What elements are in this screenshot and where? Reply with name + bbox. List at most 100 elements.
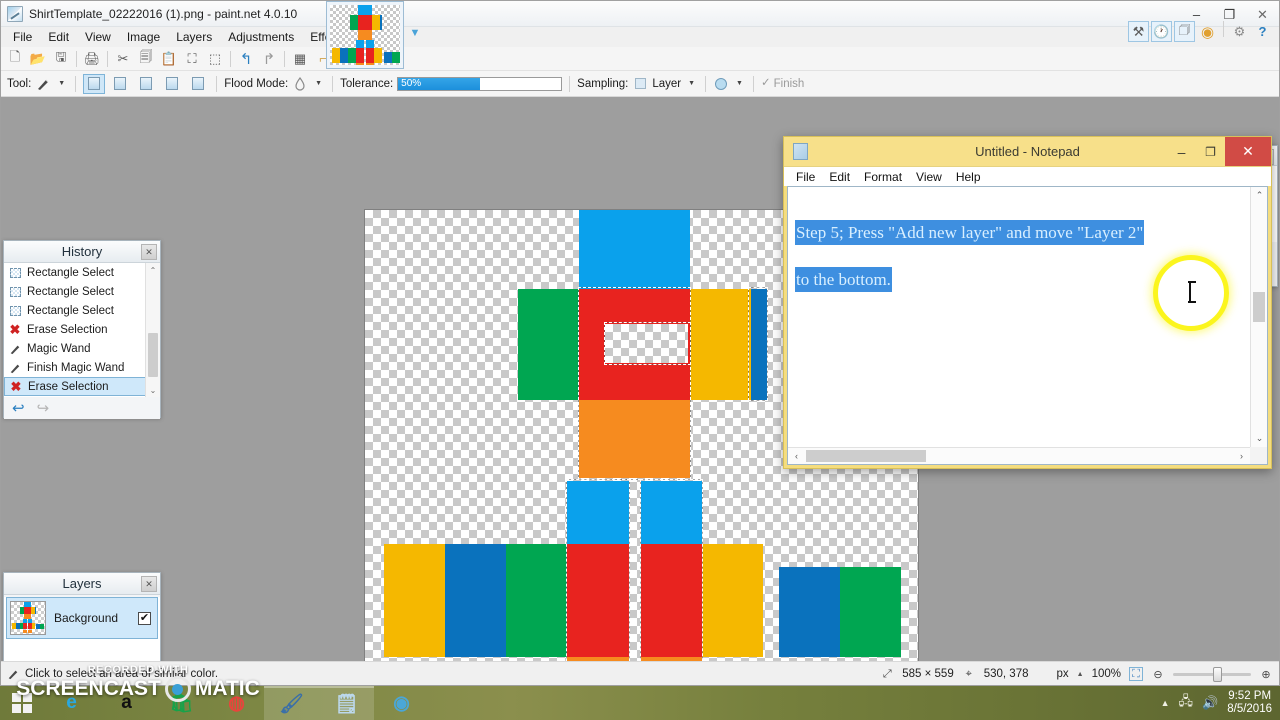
undo-icon[interactable]: ↩: [12, 399, 25, 417]
deselect-icon[interactable]: ⬚: [204, 48, 226, 70]
new-icon[interactable]: 🗋: [4, 48, 26, 70]
taskbar-paintnet-icon[interactable]: 🖌: [264, 686, 319, 720]
separator: [705, 75, 707, 92]
notepad-menu-edit[interactable]: Edit: [822, 168, 857, 186]
toolbar-separator: [76, 50, 77, 67]
menu-layers[interactable]: Layers: [168, 28, 220, 46]
scroll-thumb[interactable]: [148, 333, 158, 377]
volume-icon[interactable]: 🔊: [1202, 695, 1218, 711]
scroll-thumb-horizontal[interactable]: [806, 450, 926, 462]
start-button[interactable]: [0, 686, 44, 720]
history-item-label: Magic Wand: [27, 342, 91, 355]
flood-mode-caret[interactable]: ▼: [312, 80, 325, 87]
grid-icon[interactable]: ▦: [289, 48, 311, 70]
notepad-menu-file[interactable]: File: [789, 168, 822, 186]
menu-file[interactable]: File: [5, 28, 40, 46]
history-close-button[interactable]: ✕: [141, 244, 157, 260]
undo-icon[interactable]: ↰: [235, 48, 257, 70]
sampling-caret[interactable]: ▼: [685, 80, 698, 87]
selection-mode-intersect[interactable]: [187, 74, 209, 94]
document-thumbnail[interactable]: [326, 1, 404, 69]
notepad-vertical-scrollbar[interactable]: ⌃ ⌄: [1250, 187, 1267, 447]
scroll-left-icon[interactable]: ‹: [788, 448, 805, 465]
menu-adjustments[interactable]: Adjustments: [220, 28, 302, 46]
tool-dropdown-caret[interactable]: ▼: [55, 80, 68, 87]
notepad-minimize-button[interactable]: –: [1167, 137, 1196, 166]
history-list[interactable]: Rectangle Select Rectangle Select Rectangl…: [4, 263, 160, 397]
redo-icon[interactable]: ↪: [37, 399, 50, 417]
layers-window-icon[interactable]: 🗇: [1174, 21, 1195, 42]
save-icon[interactable]: 🖫: [50, 48, 72, 70]
zoom-slider-knob[interactable]: [1213, 666, 1222, 682]
flood-mode-icon[interactable]: [292, 76, 308, 92]
zoom-in-icon[interactable]: ⊕: [1259, 667, 1273, 681]
sampling-label: Sampling:: [577, 77, 629, 90]
menu-view[interactable]: View: [77, 28, 119, 46]
notepad-close-button[interactable]: ✕: [1225, 137, 1271, 166]
finish-button[interactable]: ✓ Finish: [761, 77, 804, 89]
history-item[interactable]: Rectangle Select: [4, 282, 160, 301]
history-item[interactable]: Finish Magic Wand: [4, 358, 160, 377]
cut-icon[interactable]: ✂: [112, 48, 134, 70]
redo-icon[interactable]: ↱: [258, 48, 280, 70]
selection-mode-xor[interactable]: [161, 74, 183, 94]
zoom-slider[interactable]: [1173, 666, 1251, 682]
menu-edit[interactable]: Edit: [40, 28, 77, 46]
scroll-down-icon[interactable]: ⌄: [1251, 430, 1267, 447]
history-scrollbar[interactable]: ⌃ ⌄: [145, 263, 160, 397]
colors-window-icon[interactable]: ◉: [1197, 21, 1218, 42]
selection-mode-replace[interactable]: [83, 73, 106, 94]
history-item[interactable]: Rectangle Select: [4, 301, 160, 320]
taskbar-chrome-icon[interactable]: ◍: [209, 686, 264, 720]
taskbar-edge-icon[interactable]: e: [44, 686, 99, 720]
units-caret[interactable]: ▲: [1077, 671, 1084, 678]
history-item[interactable]: ✖ Erase Selection: [4, 320, 160, 339]
show-hidden-icons[interactable]: ▲: [1161, 698, 1170, 708]
notepad-horizontal-scrollbar[interactable]: ‹ ›: [788, 447, 1250, 464]
antialias-caret[interactable]: ▼: [733, 80, 746, 87]
history-item[interactable]: Rectangle Select: [4, 263, 160, 282]
notepad-menu-view[interactable]: View: [909, 168, 949, 186]
scroll-down-icon[interactable]: ⌄: [146, 383, 160, 397]
taskbar-store-icon[interactable]: 🛍: [154, 686, 209, 720]
separator: [216, 75, 218, 92]
notepad-menu-help[interactable]: Help: [949, 168, 988, 186]
antialiasing-icon[interactable]: [713, 76, 729, 92]
layer-row[interactable]: Background ✔: [6, 597, 158, 639]
selection-mode-exclude[interactable]: [135, 74, 157, 94]
taskbar-amazon-icon[interactable]: a: [99, 686, 154, 720]
history-item[interactable]: ✖ Erase Selection: [4, 377, 160, 396]
zoom-out-icon[interactable]: ⊖: [1151, 667, 1165, 681]
crop-icon[interactable]: ⛶: [181, 48, 203, 70]
taskbar-notepad-icon[interactable]: 🗒: [319, 686, 374, 720]
layers-close-button[interactable]: ✕: [141, 576, 157, 592]
copy-icon[interactable]: 🗐: [135, 48, 157, 70]
selection-mode-union[interactable]: [109, 74, 131, 94]
notepad-maximize-button[interactable]: ❐: [1196, 137, 1225, 166]
tools-window-icon[interactable]: ⚒: [1128, 21, 1149, 42]
fit-to-window-icon[interactable]: ⛶: [1129, 667, 1143, 681]
scroll-up-icon[interactable]: ⌃: [1251, 187, 1267, 204]
network-icon[interactable]: 🖧: [1179, 692, 1194, 714]
layer-visibility-checkbox[interactable]: ✔: [138, 611, 151, 625]
chevron-down-icon[interactable]: ▼: [407, 25, 423, 41]
scroll-thumb-vertical[interactable]: [1253, 292, 1265, 322]
taskbar-recorder-icon[interactable]: ◉: [374, 686, 429, 720]
print-icon[interactable]: 🖨: [81, 48, 103, 70]
history-window-icon[interactable]: 🕐: [1151, 21, 1172, 42]
status-right: ⤢ 585 × 559 ⌖ 530, 378 px ▲ 100% ⛶ ⊖ ⊕: [880, 662, 1273, 686]
magic-wand-icon[interactable]: [35, 76, 51, 92]
clock[interactable]: 9:52 PM 8/5/2016: [1227, 690, 1272, 716]
help-icon[interactable]: ?: [1252, 21, 1273, 42]
paste-icon[interactable]: 📋: [158, 48, 180, 70]
history-item[interactable]: Magic Wand: [4, 339, 160, 358]
scroll-right-icon[interactable]: ›: [1233, 448, 1250, 465]
scroll-up-icon[interactable]: ⌃: [146, 263, 160, 277]
tolerance-slider[interactable]: 50%: [397, 76, 563, 91]
notepad-menu-format[interactable]: Format: [857, 168, 909, 186]
menu-image[interactable]: Image: [119, 28, 168, 46]
open-icon[interactable]: 📂: [27, 48, 49, 70]
layer-list[interactable]: Background ✔: [4, 597, 160, 661]
settings-icon[interactable]: ⚙: [1229, 21, 1250, 42]
exclude-icon: [140, 77, 153, 90]
